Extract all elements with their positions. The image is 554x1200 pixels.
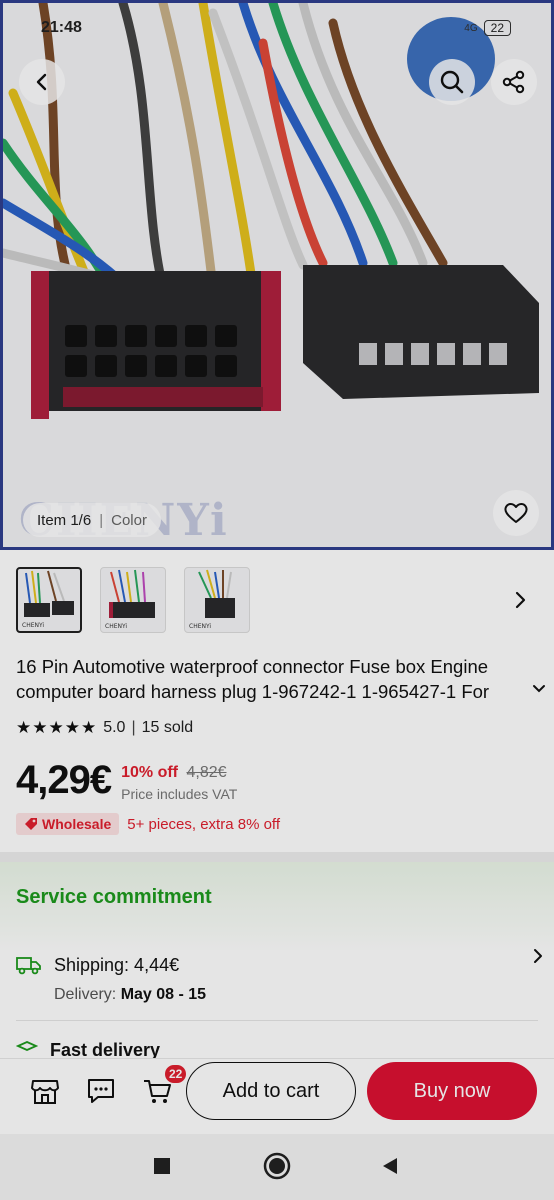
item-counter-text: Item 1/6 [37, 511, 92, 529]
product-image-carousel[interactable]: 21:48 4G 22 CHENYi Item 1/6 | Color [0, 0, 554, 550]
rating-row[interactable]: ★★★★★ 5.0 | 15 sold [16, 718, 193, 738]
thumbnail-2[interactable]: CHENYi [100, 567, 166, 633]
chevron-left-icon [36, 73, 47, 91]
rating-value: 5.0 [103, 719, 126, 736]
discount-percent: 10% off [121, 764, 179, 781]
system-back-button[interactable] [376, 1152, 404, 1180]
store-button[interactable] [28, 1074, 62, 1108]
home-circle-icon [263, 1152, 291, 1180]
square-icon [154, 1158, 170, 1174]
store-icon [31, 1080, 59, 1104]
wholesale-text: 5+ pieces, extra 8% off [127, 815, 280, 833]
svg-text:CHENYi: CHENYi [22, 622, 44, 629]
chat-button[interactable] [84, 1074, 118, 1108]
favorite-button[interactable] [493, 490, 539, 536]
service-title: Service commitment [16, 886, 212, 908]
svg-text:CHENYi: CHENYi [105, 623, 127, 630]
add-to-cart-button[interactable]: Add to cart [186, 1062, 356, 1120]
cart-count-badge: 22 [164, 1064, 188, 1084]
thumbnail-1[interactable]: CHENYi [16, 567, 82, 633]
triangle-back-icon [383, 1158, 397, 1174]
fast-delivery-label: Fast delivery [50, 1040, 161, 1060]
thumbnail-strip: CHENYi CHENYi CHENYi [16, 566, 554, 634]
product-title[interactable]: 16 Pin Automotive waterproof connector F… [16, 654, 545, 704]
package-icon [16, 1041, 38, 1051]
product-title-text: 16 Pin Automotive waterproof connector F… [16, 656, 490, 702]
shipping-label: Shipping: 4,44€ [54, 954, 180, 975]
recent-apps-button[interactable] [148, 1152, 176, 1180]
svg-text:CHENYi: CHENYi [189, 623, 211, 630]
sold-count: 15 sold [141, 719, 194, 736]
shipping-row[interactable]: Shipping: 4,44€ [16, 950, 538, 980]
back-button[interactable] [19, 59, 65, 105]
status-bar: 21:48 4G 22 [41, 17, 511, 39]
star-rating-icon: ★★★★★ [16, 718, 98, 737]
battery-icon: 22 [483, 20, 511, 36]
variant-label: Color [111, 511, 147, 529]
wholesale-badge: Wholesale [16, 813, 120, 835]
heart-icon [504, 503, 528, 523]
delivery-dates: May 08 - 15 [120, 986, 207, 1003]
thumbnail-3[interactable]: CHENYi [184, 567, 250, 633]
delivery-info: Delivery: May 08 - 15 [54, 986, 206, 1004]
home-button[interactable] [263, 1152, 291, 1180]
price-row: 4,29€ 10% off 4,82€ Price includes VAT [16, 758, 237, 803]
truck-icon [16, 957, 41, 975]
fast-delivery-row[interactable]: Fast delivery [16, 1040, 160, 1060]
current-price: 4,29€ [16, 758, 112, 802]
divider [16, 1020, 538, 1021]
chevron-right-icon [515, 591, 526, 609]
chevron-down-icon[interactable] [532, 677, 546, 702]
thumbnail-next-button[interactable] [514, 588, 528, 616]
image-counter: Item 1/6 | Color [23, 503, 161, 537]
vat-note: Price includes VAT [121, 786, 238, 802]
wholesale-row[interactable]: Wholesale 5+ pieces, extra 8% off [16, 813, 280, 835]
tag-icon [25, 818, 37, 830]
search-icon [440, 70, 464, 94]
share-button[interactable] [491, 59, 537, 105]
status-time: 21:48 [41, 19, 82, 36]
shipping-chevron-icon[interactable] [532, 948, 544, 969]
chat-icon [88, 1079, 114, 1103]
section-divider [0, 852, 554, 862]
share-icon [502, 70, 525, 94]
delivery-prefix: Delivery: [54, 986, 117, 1003]
buy-now-button[interactable]: Buy now [367, 1062, 537, 1120]
signal-icon: 4G [464, 22, 478, 34]
original-price: 4,82€ [186, 764, 227, 781]
search-button[interactable] [429, 59, 475, 105]
